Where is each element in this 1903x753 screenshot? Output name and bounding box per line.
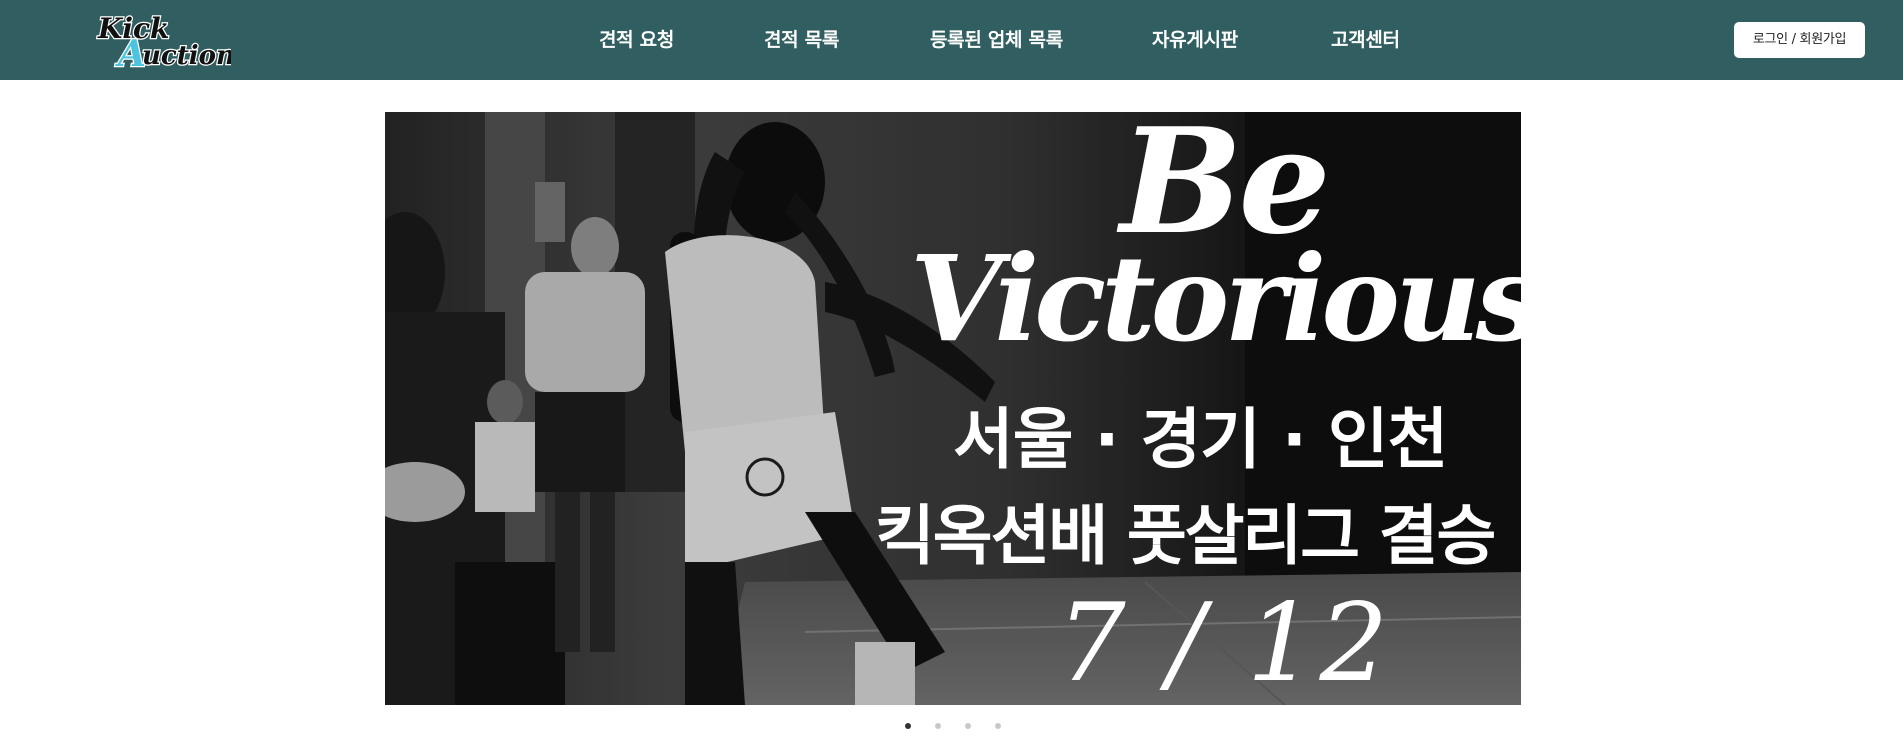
carousel-dot-4[interactable] (995, 723, 1001, 729)
banner-date: 7 / 12 (1057, 581, 1393, 705)
carousel-dot-2[interactable] (935, 723, 941, 729)
login-signup-button[interactable]: 로그인 / 회원가입 (1734, 22, 1865, 58)
banner-event-title: 킥옥션배 풋살리그 결승 (875, 499, 1496, 574)
carousel-dot-3[interactable] (965, 723, 971, 729)
top-header: Kick A uction 견적 요청 견적 목록 등록된 업체 목록 자유게시… (0, 0, 1903, 80)
hero-banner-slide[interactable]: Be Victorious 서울 · 경기 · 인천 킥옥션배 풋살리그 결승 … (385, 112, 1521, 705)
main-navigation: 견적 요청 견적 목록 등록된 업체 목록 자유게시판 고객센터 (0, 0, 1903, 80)
nav-quote-list[interactable]: 견적 목록 (764, 26, 839, 54)
nav-customer-center[interactable]: 고객센터 (1331, 26, 1400, 54)
carousel-indicators (0, 723, 1903, 729)
banner-headline-victorious: Victorious (910, 229, 1521, 368)
banner-region: 서울 · 경기 · 인천 (953, 401, 1448, 478)
nav-quote-request[interactable]: 견적 요청 (599, 26, 674, 54)
carousel-dot-1[interactable] (905, 723, 911, 729)
nav-free-board[interactable]: 자유게시판 (1152, 26, 1238, 54)
nav-registered-vendors[interactable]: 등록된 업체 목록 (930, 26, 1063, 54)
